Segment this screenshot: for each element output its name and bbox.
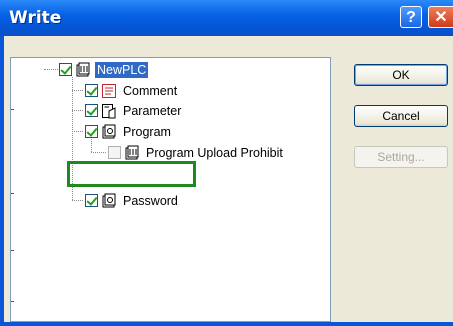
password-icon [102,193,116,207]
tree-node-program[interactable]: Program [85,122,173,141]
help-button[interactable]: ? [400,6,422,28]
newplc-label: NewPLC [95,61,149,78]
tree-connector [72,110,83,112]
comment-label: Comment [123,83,178,98]
upload-prohibit-icon [125,145,139,159]
parameter-icon [102,103,116,118]
newplc-checkbox[interactable] [59,63,72,76]
comment-checkbox[interactable] [85,84,98,97]
tree-node-program-upload-prohibit[interactable]: Program Upload Prohibit [108,143,285,162]
tree-edge-tick [11,109,14,110]
tree-edge-tick [11,250,14,251]
close-button[interactable]: ✕ [428,6,453,28]
password-highlight-box [67,161,196,187]
ok-button[interactable]: OK [354,64,448,86]
title-bar[interactable]: Write ? ✕ [0,0,453,36]
tree-connector [72,131,83,133]
tree-node-newplc[interactable]: NewPLC [59,60,149,79]
program-upload-prohibit-label: Program Upload Prohibit [146,145,283,160]
tree-connector [91,152,106,154]
plc-icon [76,62,90,76]
password-label: Password [123,193,178,208]
parameter-label: Parameter [123,103,182,118]
tree-connector [72,90,83,92]
program-icon [102,124,116,138]
program-upload-prohibit-checkbox[interactable] [108,146,121,159]
tree-connector [44,69,58,71]
cancel-button[interactable]: Cancel [354,105,448,127]
comment-icon [102,83,116,98]
tree-node-parameter[interactable]: Parameter [85,101,183,120]
setting-button[interactable]: Setting... [354,146,448,168]
window-title: Write [9,8,62,28]
program-label: Program [123,124,171,139]
parameter-checkbox[interactable] [85,104,98,117]
program-checkbox[interactable] [85,125,98,138]
close-icon: ✕ [434,9,448,26]
tree-node-comment[interactable]: Comment [85,81,179,100]
tree-connector [72,200,83,202]
tree-edge-tick [11,301,14,302]
tree-edge-tick [11,193,14,194]
tree-node-password[interactable]: Password [85,191,180,210]
password-checkbox[interactable] [85,194,98,207]
window-bottom-border [0,322,453,326]
help-icon: ? [406,9,416,26]
write-dialog: Write ? ✕ NewPLC Comment Parameter Progr… [0,0,453,326]
item-tree[interactable]: NewPLC Comment Parameter Program Program… [10,57,331,322]
